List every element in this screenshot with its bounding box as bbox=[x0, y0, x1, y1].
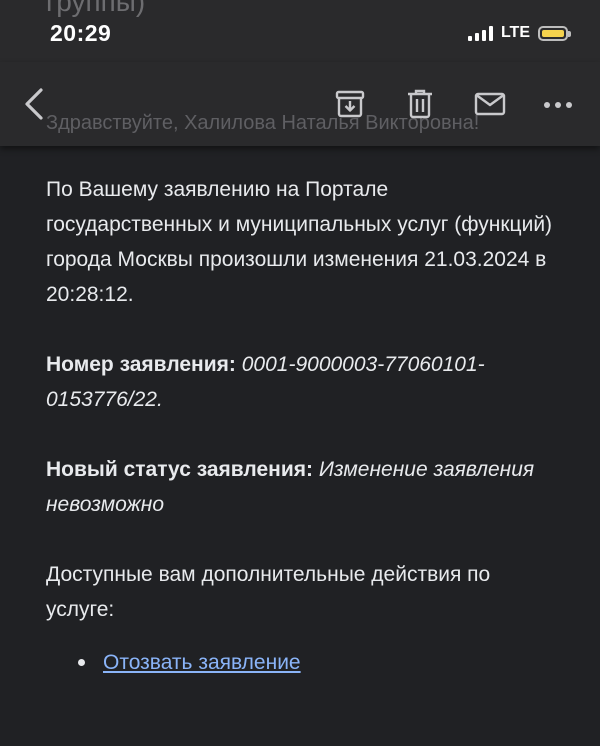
actions-list: Отозвать заявление bbox=[46, 645, 556, 680]
status-indicators: LTE bbox=[467, 22, 571, 44]
archive-icon bbox=[335, 90, 365, 118]
background-text-fragment: группы) bbox=[46, 0, 146, 17]
email-intro: По Вашему заявлению на Портале государст… bbox=[46, 178, 553, 306]
email-toolbar: Здравствуйте, Халилова Наталья Викторовн… bbox=[0, 62, 600, 146]
delete-button[interactable] bbox=[400, 84, 440, 124]
bullet-icon bbox=[78, 659, 85, 666]
more-button[interactable] bbox=[538, 90, 578, 120]
email-body: По Вашему заявлению на Портале государст… bbox=[46, 172, 556, 680]
application-number-label: Номер заявления: bbox=[46, 353, 236, 376]
mail-icon bbox=[474, 92, 506, 116]
back-button[interactable] bbox=[14, 82, 54, 126]
application-status: Новый статус заявления: Изменение заявле… bbox=[46, 452, 556, 522]
actions-heading: Доступные вам дополнительные действия по… bbox=[46, 563, 491, 621]
withdraw-application-link[interactable]: Отозвать заявление bbox=[103, 645, 301, 680]
battery-icon bbox=[538, 25, 571, 41]
status-bar: группы) 20:29 LTE bbox=[0, 0, 600, 62]
signal-icon bbox=[467, 25, 493, 41]
application-status-label: Новый статус заявления: bbox=[46, 458, 314, 481]
status-time: 20:29 bbox=[50, 20, 112, 46]
mark-unread-button[interactable] bbox=[470, 86, 510, 122]
network-type: LTE bbox=[500, 24, 530, 41]
more-horizontal-icon bbox=[544, 102, 572, 108]
archive-button[interactable] bbox=[330, 86, 370, 122]
list-item: Отозвать заявление bbox=[46, 645, 556, 680]
trash-icon bbox=[408, 89, 432, 119]
chevron-left-icon bbox=[25, 88, 43, 120]
application-number: Номер заявления: 0001-9000003-77060101-0… bbox=[46, 347, 556, 417]
